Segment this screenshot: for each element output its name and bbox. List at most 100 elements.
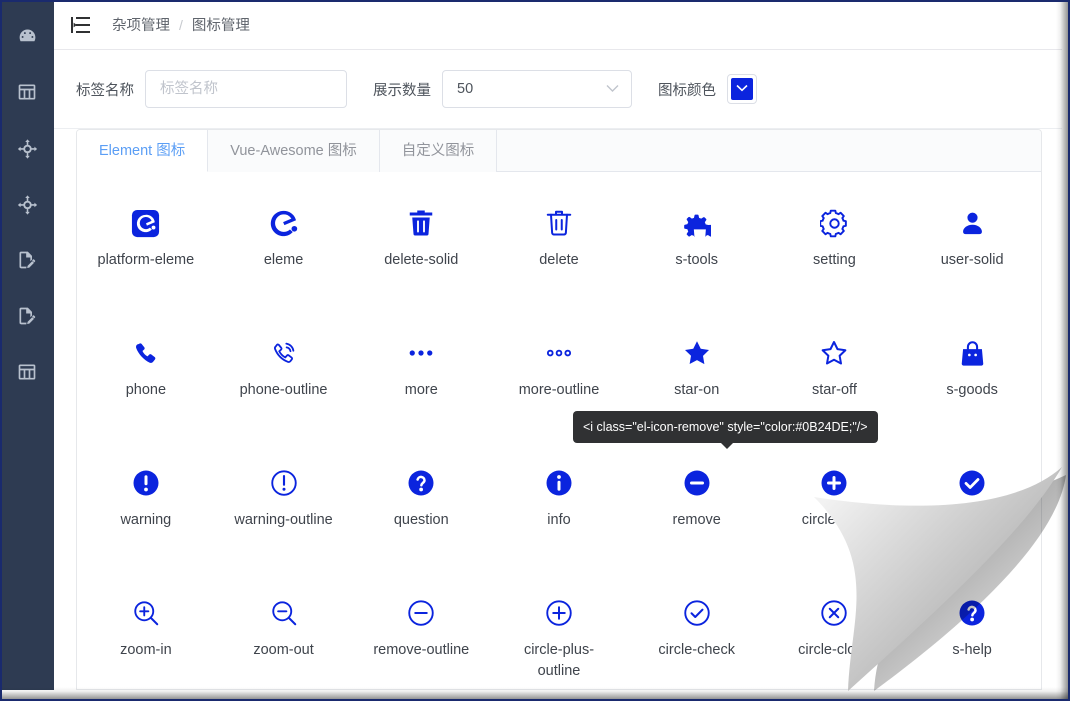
icon-cell-more[interactable]: more	[352, 318, 490, 448]
icon-label: circle-plus-outline	[523, 642, 595, 679]
icon-cell-setting[interactable]: setting	[766, 188, 904, 318]
tab-custom-icons[interactable]: 自定义图标	[379, 130, 498, 172]
star-on-icon	[682, 332, 712, 374]
zoom-out-icon	[269, 592, 299, 634]
icon-label: circle-plus	[801, 512, 868, 528]
user-solid-icon	[958, 202, 987, 244]
circle-check-icon	[682, 592, 712, 634]
sidebar-item-table-2[interactable]	[0, 344, 54, 400]
color-swatch	[731, 78, 753, 100]
icon-label: phone-outline	[239, 382, 328, 398]
sidebar-item-dashboard[interactable]	[0, 8, 54, 64]
tab-bar: Element 图标 Vue-Awesome 图标 自定义图标	[77, 130, 1041, 172]
icon-cell-platform-eleme[interactable]: platform-eleme	[77, 188, 215, 318]
sidebar-item-aim-1[interactable]	[0, 120, 54, 176]
zoom-in-icon	[131, 592, 161, 634]
icon-cell-delete[interactable]: delete	[490, 188, 628, 318]
icon-cell-warning-outline[interactable]: warning-outline	[215, 448, 353, 578]
icon-cell-remove-outline[interactable]: remove-outline	[352, 578, 490, 689]
circle-plus-icon	[819, 462, 849, 504]
icon-label: more-outline	[518, 382, 600, 398]
icon-cell-user-solid[interactable]: user-solid	[903, 188, 1041, 318]
icon-cell-remove[interactable]: remove	[628, 448, 766, 578]
table-icon	[17, 362, 37, 382]
icon-cell-zoom-out[interactable]: zoom-out	[215, 578, 353, 689]
icon-label: setting	[813, 252, 856, 268]
icon-label: s-goods	[946, 382, 998, 398]
remove-outline-icon	[406, 592, 436, 634]
icon-card: Element 图标 Vue-Awesome 图标 自定义图标 platform…	[76, 129, 1042, 690]
icon-label: eleme	[263, 252, 304, 268]
circle-close-icon	[819, 592, 849, 634]
icon-cell-zoom-in[interactable]: zoom-in	[77, 578, 215, 689]
more-icon	[406, 332, 436, 374]
icon-color-picker[interactable]	[727, 74, 757, 104]
platform-eleme-icon	[130, 202, 161, 244]
aim-icon	[17, 194, 38, 215]
sidebar-item-document-2[interactable]	[0, 288, 54, 344]
icon-label: delete-solid	[384, 252, 459, 268]
s-help-icon	[957, 592, 987, 634]
icon-grid: platform-eleme eleme delete-solid delete s-t…	[77, 188, 1041, 689]
icon-cell-s-tools[interactable]: s-tools	[628, 188, 766, 318]
tab-element-icons[interactable]: Element 图标	[77, 130, 209, 172]
icon-label: warning	[120, 512, 172, 528]
icon-cell-circle-close[interactable]: circle-close	[766, 578, 904, 689]
breadcrumb-separator: /	[179, 16, 183, 33]
icon-cell-circle-plus[interactable]: circle-plus	[766, 448, 904, 578]
icon-cell-phone-outline[interactable]: phone-outline	[215, 318, 353, 448]
sidebar-item-table-1[interactable]	[0, 64, 54, 120]
delete-solid-icon	[406, 202, 436, 244]
icon-cell-circle-plus-outline[interactable]: circle-plus-outline	[490, 578, 628, 689]
icon-label: s-tools	[675, 252, 719, 268]
icon-cell-s-goods[interactable]: s-goods	[903, 318, 1041, 448]
chevron-down-icon	[606, 83, 619, 95]
tooltip-arrow	[720, 442, 734, 449]
display-count-select[interactable]: 50	[442, 70, 632, 108]
icon-label: s-help	[952, 642, 992, 658]
menu-fold-icon[interactable]	[70, 14, 92, 36]
document-edit-icon	[17, 250, 37, 270]
app-window: 杂项管理 / 图标管理 标签名称 展示数量 50	[0, 0, 1070, 701]
icon-cell-success[interactable]: success	[903, 448, 1041, 578]
circle-plus-outline-icon	[544, 592, 574, 634]
icon-label: user-solid	[940, 252, 1004, 268]
sidebar-item-document-1[interactable]	[0, 232, 54, 288]
icon-cell-delete-solid[interactable]: delete-solid	[352, 188, 490, 318]
icon-cell-question[interactable]: question	[352, 448, 490, 578]
icon-cell-warning[interactable]: warning	[77, 448, 215, 578]
icon-label: success	[945, 512, 999, 528]
breadcrumb-parent[interactable]: 杂项管理	[112, 14, 170, 35]
icon-cell-eleme[interactable]: eleme	[215, 188, 353, 318]
icon-label: remove-outline	[373, 642, 470, 658]
display-count-label: 展示数量	[373, 82, 431, 99]
info-icon	[544, 462, 574, 504]
star-off-icon	[819, 332, 849, 374]
tag-name-label: 标签名称	[76, 82, 134, 99]
display-count-value: 50	[457, 81, 474, 97]
icon-cell-s-help[interactable]: s-help	[903, 578, 1041, 689]
icon-cell-phone[interactable]: phone	[77, 318, 215, 448]
window-shadow-bottom	[0, 687, 1070, 699]
icon-cell-info[interactable]: info	[490, 448, 628, 578]
top-header: 杂项管理 / 图标管理	[54, 0, 1062, 50]
icon-label: info	[547, 512, 571, 528]
icon-cell-circle-check[interactable]: circle-check	[628, 578, 766, 689]
icon-label: circle-check	[658, 642, 735, 658]
aim-icon	[17, 138, 38, 159]
icon-label: circle-close	[798, 642, 871, 658]
tab-vue-awesome-icons[interactable]: Vue-Awesome 图标	[208, 130, 380, 172]
display-count-field-group: 展示数量 50	[373, 70, 632, 108]
main-area: 杂项管理 / 图标管理 标签名称 展示数量 50	[54, 0, 1062, 690]
filter-bar: 标签名称 展示数量 50 图标颜色	[54, 50, 1062, 129]
icon-color-label: 图标颜色	[658, 82, 716, 99]
tag-name-input[interactable]	[145, 70, 347, 108]
icon-tooltip: <i class="el-icon-remove" style="color:#…	[573, 411, 878, 449]
document-edit-icon	[17, 306, 37, 326]
icon-label: remove	[672, 512, 721, 528]
icon-label: platform-eleme	[97, 252, 195, 268]
sidebar-item-aim-2[interactable]	[0, 176, 54, 232]
table-icon	[17, 82, 37, 102]
tag-name-field-group: 标签名称	[76, 70, 347, 108]
chevron-down-icon	[736, 84, 748, 95]
